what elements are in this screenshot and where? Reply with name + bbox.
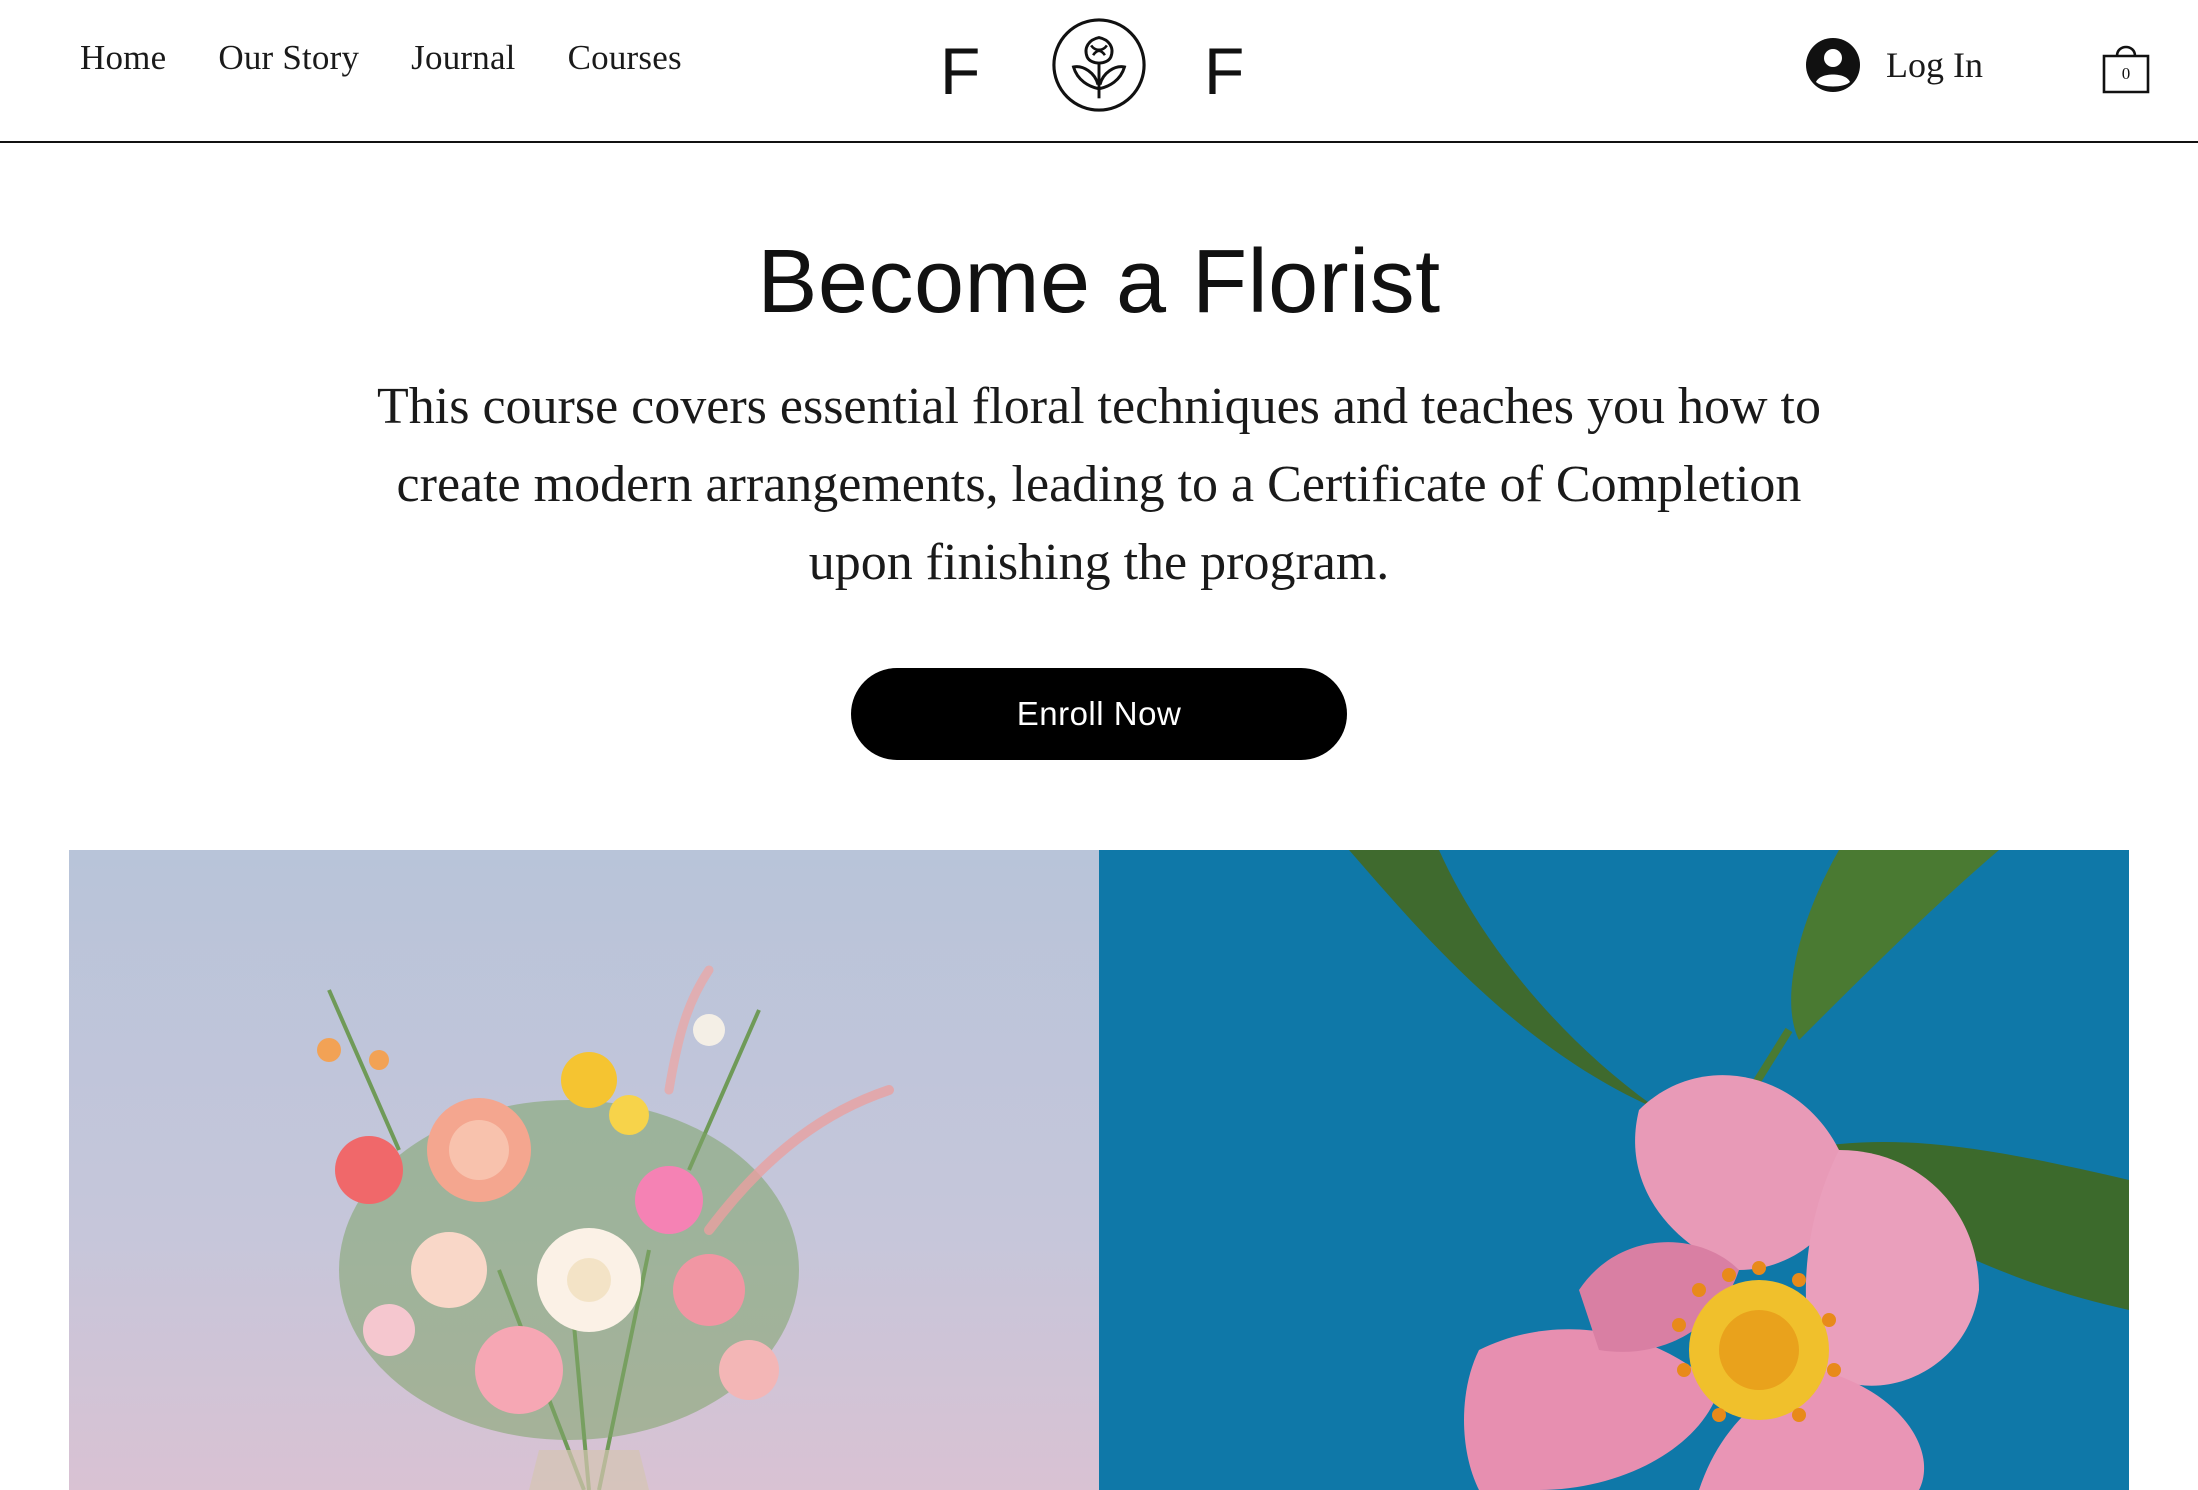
cart-count: 0 <box>2121 64 2131 83</box>
bouquet-image <box>69 850 1099 1490</box>
nav-home[interactable]: Home <box>80 38 166 78</box>
user-avatar-icon <box>1806 38 1860 92</box>
rose-in-hands-icon <box>1052 18 1146 112</box>
wild-rose-image <box>1099 850 2129 1490</box>
nav-our-story[interactable]: Our Story <box>218 38 359 78</box>
course-description: This course covers essential floral tech… <box>377 378 1821 591</box>
logo-letter-right: F <box>1204 34 1245 108</box>
cart-button[interactable]: 0 <box>2100 38 2152 96</box>
enroll-now-button[interactable]: Enroll Now <box>851 668 1347 760</box>
main-nav: Home Our Story Journal Courses <box>80 38 682 78</box>
image-gallery <box>69 850 2129 1490</box>
login-label: Log In <box>1886 45 1983 85</box>
site-header: Home Our Story Journal Courses F F Log I… <box>0 0 2198 143</box>
login-button[interactable]: Log In <box>1806 38 1983 92</box>
nav-courses[interactable]: Courses <box>568 38 682 78</box>
nav-journal[interactable]: Journal <box>411 38 515 78</box>
logo-letter-left: F <box>940 34 981 108</box>
site-logo[interactable]: F F <box>940 14 1250 118</box>
page-title: Become a Florist <box>757 232 1441 332</box>
